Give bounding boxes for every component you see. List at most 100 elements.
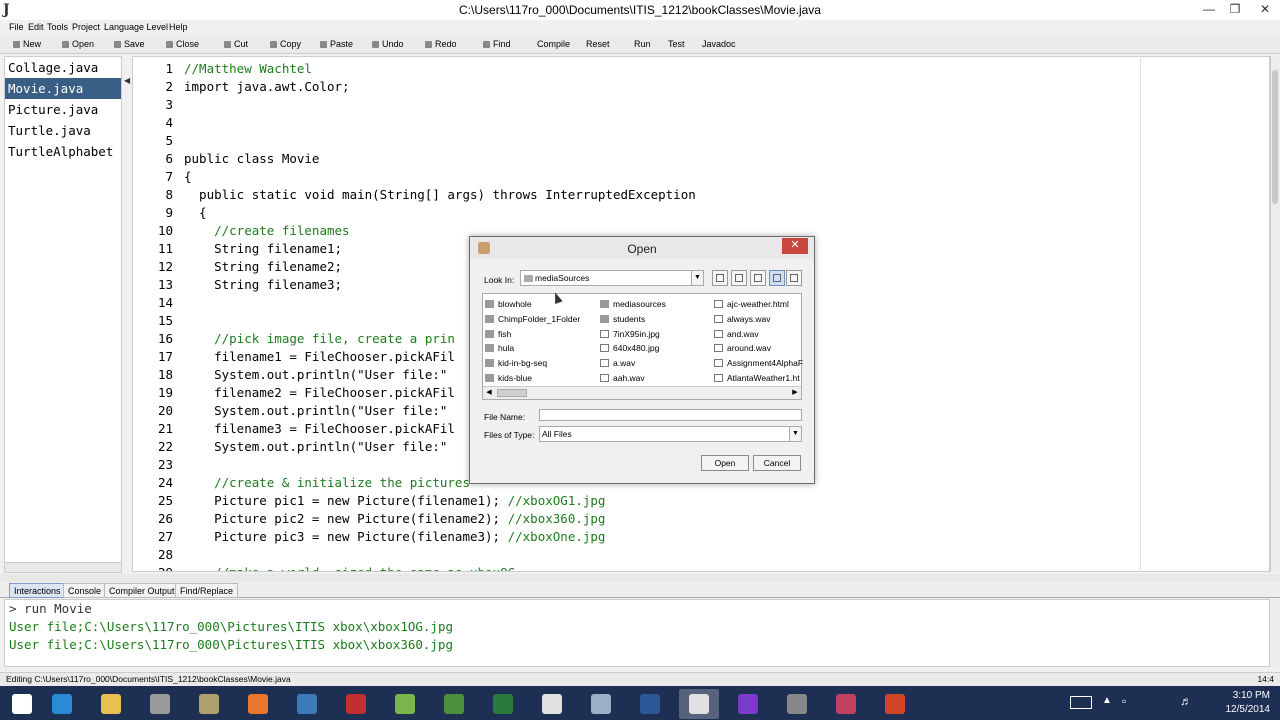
- taskbar-file-explorer-icon[interactable]: [91, 689, 131, 719]
- taskbar-snipping-icon[interactable]: [581, 689, 621, 719]
- code-line: 13 String filename3;: [133, 276, 342, 294]
- taskbar-powerpoint-icon[interactable]: [875, 689, 915, 719]
- file-item[interactable]: around.wav: [714, 341, 803, 356]
- folder-item[interactable]: kids-blue: [485, 371, 580, 386]
- paste-button[interactable]: Paste: [320, 39, 353, 49]
- file-item-turtlealphabet[interactable]: TurtleAlphabet: [5, 141, 121, 162]
- cut-button[interactable]: Cut: [224, 39, 248, 49]
- folder-item[interactable]: students: [600, 312, 666, 327]
- taskbar-chrome-icon[interactable]: [434, 689, 474, 719]
- taskbar-internet-explorer-icon[interactable]: [42, 689, 82, 719]
- home-button[interactable]: [731, 270, 747, 286]
- menu-project[interactable]: Project: [72, 22, 100, 32]
- file-list-scrollbar[interactable]: [4, 562, 122, 573]
- file-item[interactable]: a.wav: [600, 356, 666, 371]
- tab-console[interactable]: Console: [63, 583, 107, 598]
- scroll-left-icon[interactable]: ◀: [484, 387, 494, 399]
- menu-language-level[interactable]: Language Level: [104, 22, 168, 32]
- up-folder-button[interactable]: [712, 270, 728, 286]
- taskbar-search-icon[interactable]: [728, 689, 768, 719]
- taskbar-word-icon[interactable]: [630, 689, 670, 719]
- redo-button[interactable]: Redo: [425, 39, 457, 49]
- console-scrollbar[interactable]: [1270, 599, 1280, 667]
- menu-edit[interactable]: Edit: [28, 22, 44, 32]
- volume-icon[interactable]: ♬: [1180, 694, 1192, 708]
- folder-item[interactable]: kid-in-bg-seq: [485, 356, 580, 371]
- undo-button[interactable]: Undo: [372, 39, 404, 49]
- keyboard-icon[interactable]: [1070, 696, 1092, 709]
- minimize-icon[interactable]: —: [1196, 0, 1222, 20]
- folder-item[interactable]: blowhole: [485, 297, 580, 312]
- file-item[interactable]: 640x480.jpg: [600, 341, 666, 356]
- copy-button[interactable]: Copy: [270, 39, 301, 49]
- tab-compiler-output[interactable]: Compiler Output: [104, 583, 180, 598]
- folder-item[interactable]: ChimpFolder_1Folder: [485, 312, 580, 327]
- file-name-input[interactable]: [539, 409, 802, 421]
- file-pane-scrollbar[interactable]: ◀ ▶: [483, 386, 801, 399]
- save-button[interactable]: Save: [114, 39, 145, 49]
- folder-item[interactable]: mediasources: [600, 297, 666, 312]
- menu-help[interactable]: Help: [169, 22, 188, 32]
- javadoc-button[interactable]: Javadoc: [702, 39, 736, 49]
- taskbar-recorder-icon[interactable]: [336, 689, 376, 719]
- new-folder-button[interactable]: [750, 270, 766, 286]
- taskbar-media-icon[interactable]: [287, 689, 327, 719]
- details-view-button[interactable]: [786, 270, 802, 286]
- menu-tools[interactable]: Tools: [47, 22, 68, 32]
- file-item[interactable]: aah.wav: [600, 371, 666, 386]
- taskbar-tool-a-icon[interactable]: [140, 689, 180, 719]
- file-item[interactable]: 7inX95in.jpg: [600, 327, 666, 342]
- taskbar-firefox-icon[interactable]: [238, 689, 278, 719]
- list-view-button[interactable]: [769, 270, 785, 286]
- file-item-movie[interactable]: Movie.java: [5, 78, 121, 99]
- taskbar-misc-icon[interactable]: [777, 689, 817, 719]
- file-pane-scroll-thumb[interactable]: [497, 389, 527, 397]
- folder-item[interactable]: hula: [485, 341, 580, 356]
- taskbar-start-icon[interactable]: [2, 689, 42, 719]
- taskbar-itunes-icon[interactable]: [385, 689, 425, 719]
- file-item[interactable]: always.wav: [714, 312, 803, 327]
- chevron-down-icon[interactable]: ▼: [691, 271, 703, 285]
- scroll-right-icon[interactable]: ▶: [790, 387, 800, 399]
- find-button[interactable]: Find: [483, 39, 511, 49]
- tab-interactions[interactable]: Interactions: [9, 583, 66, 598]
- reset-button[interactable]: Reset: [586, 39, 610, 49]
- file-item-collage[interactable]: Collage.java: [5, 57, 121, 78]
- dialog-close-button[interactable]: ✕: [782, 238, 808, 254]
- taskbar-excel-icon[interactable]: [483, 689, 523, 719]
- file-item[interactable]: and.wav: [714, 327, 803, 342]
- restore-icon[interactable]: ❐: [1222, 0, 1248, 20]
- taskbar-camera-icon[interactable]: [826, 689, 866, 719]
- look-in-select[interactable]: mediaSources ▼: [520, 270, 704, 286]
- file-item[interactable]: Assignment4AlphaF: [714, 356, 803, 371]
- tray-overflow-icon[interactable]: ▲: [1102, 695, 1112, 706]
- pane-splitter[interactable]: [0, 574, 1280, 582]
- files-of-type-select[interactable]: All Files ▼: [539, 426, 802, 442]
- close-button[interactable]: Close: [166, 39, 199, 49]
- menu-file[interactable]: File: [9, 22, 24, 32]
- editor-scroll-thumb[interactable]: [1272, 70, 1278, 204]
- test-button[interactable]: Test: [668, 39, 685, 49]
- open-button[interactable]: Open: [62, 39, 94, 49]
- interactions-pane[interactable]: > run Movie User file;C:\Users\117ro_000…: [4, 599, 1270, 667]
- taskbar-drjava-icon[interactable]: [679, 689, 719, 719]
- clock-time[interactable]: 3:10 PM: [1210, 690, 1270, 701]
- network-icon[interactable]: ▫: [1122, 694, 1126, 708]
- folder-item[interactable]: fish: [485, 327, 580, 342]
- collapse-arrow-icon[interactable]: ◀: [124, 76, 130, 85]
- close-icon[interactable]: ✕: [1252, 0, 1278, 20]
- file-item-turtle[interactable]: Turtle.java: [5, 120, 121, 141]
- file-item-picture[interactable]: Picture.java: [5, 99, 121, 120]
- run-button[interactable]: Run: [634, 39, 651, 49]
- taskbar-tool-b-icon[interactable]: [189, 689, 229, 719]
- new-button[interactable]: New: [13, 39, 41, 49]
- clock-date[interactable]: 12/5/2014: [1210, 704, 1271, 715]
- taskbar-jes-icon[interactable]: [532, 689, 572, 719]
- compile-button[interactable]: Compile: [537, 39, 570, 49]
- chevron-down-icon[interactable]: ▼: [789, 427, 801, 441]
- open-button[interactable]: Open: [701, 455, 749, 471]
- file-item[interactable]: AtlantaWeather1.ht: [714, 371, 803, 386]
- cancel-button[interactable]: Cancel: [753, 455, 801, 471]
- tab-find-replace[interactable]: Find/Replace: [175, 583, 239, 598]
- file-item[interactable]: ajc-weather.html: [714, 297, 803, 312]
